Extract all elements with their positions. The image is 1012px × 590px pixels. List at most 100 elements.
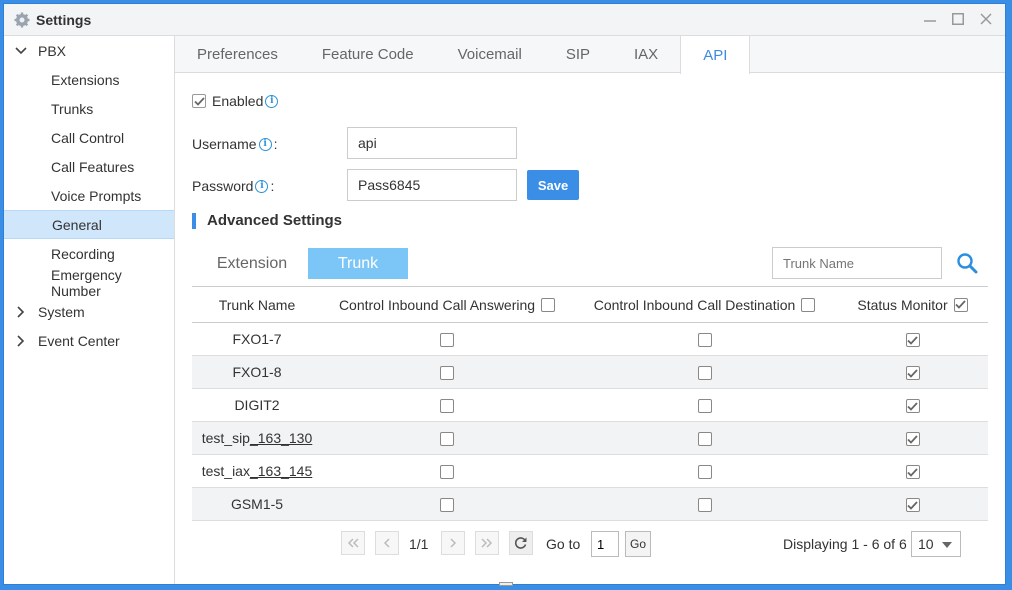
monitor-checkbox[interactable] [905, 498, 920, 513]
sidebar: PBX Extensions Trunks Call Control Call … [4, 36, 175, 584]
sidebar-item-emergency-number[interactable]: Emergency Number [4, 267, 174, 299]
tab-label: Feature Code [321, 45, 414, 63]
destination-checkbox[interactable] [697, 465, 712, 480]
maximize-button[interactable] [951, 12, 965, 26]
column-header-label: Trunk Name [218, 296, 296, 313]
destination-checkbox[interactable] [697, 333, 712, 348]
column-header-answering: Control Inbound Call Answering [322, 286, 572, 323]
minimize-button[interactable] [923, 12, 937, 26]
prev-page-button[interactable] [375, 531, 399, 555]
monitor-cell [837, 322, 988, 356]
chevron-down-icon [14, 44, 28, 58]
subtab-trunk[interactable]: Trunk [308, 248, 408, 279]
answering-checkbox[interactable] [440, 498, 454, 513]
sidebar-item-call-control[interactable]: Call Control [4, 123, 174, 152]
monitor-checkbox[interactable] [905, 366, 920, 381]
close-button[interactable] [979, 12, 993, 26]
sidebar-item-label: Call Features [51, 158, 135, 175]
destination-cell [572, 421, 837, 455]
monitor-cell [837, 487, 988, 521]
sidebar-item-label: General [52, 216, 102, 233]
destination-checkbox[interactable] [697, 366, 712, 381]
column-header-destination: Control Inbound Call Destination [572, 286, 837, 323]
maximize-icon [952, 13, 964, 25]
tab-bar: Preferences Feature Code Voicemail SIP I… [175, 36, 1005, 74]
first-page-button[interactable] [341, 531, 365, 555]
answering-checkbox[interactable] [440, 465, 454, 480]
page-size-value: 10 [918, 536, 934, 552]
sidebar-item-call-features[interactable]: Call Features [4, 152, 174, 181]
table-row: GSM1-5 [192, 487, 988, 521]
chevron-down-icon [942, 542, 952, 548]
monitor-checkbox[interactable] [905, 465, 920, 480]
sidebar-item-extensions[interactable]: Extensions [4, 65, 174, 94]
answering-checkbox[interactable] [440, 333, 454, 348]
last-page-button[interactable] [475, 531, 499, 555]
pagination-bar: 1/1 Go to Go Displaying 1 - 6 of 6 10 [175, 531, 1005, 561]
answering-checkbox[interactable] [440, 432, 454, 447]
column-header-label: Status Monitor [857, 296, 948, 313]
trunk-name-search-input[interactable] [772, 247, 942, 279]
select-all-monitor-checkbox[interactable] [953, 297, 968, 312]
next-page-button[interactable] [441, 531, 465, 555]
trunk-name-cell: GSM1-5 [192, 487, 322, 521]
gear-icon [14, 12, 30, 27]
answering-cell [322, 388, 572, 422]
sidebar-item-general[interactable]: General [4, 210, 174, 239]
username-input[interactable] [347, 127, 517, 159]
monitor-cell [837, 388, 988, 422]
enabled-checkbox[interactable] [192, 94, 206, 108]
password-input[interactable] [347, 169, 517, 201]
chevron-right-icon [14, 305, 28, 319]
answering-checkbox[interactable] [440, 366, 454, 381]
select-all-destination-checkbox[interactable] [801, 297, 816, 312]
trunk-name-cell: test_sip_163_130 [192, 421, 322, 455]
destination-cell [572, 322, 837, 356]
answering-checkbox[interactable] [440, 399, 454, 414]
enabled-label: Enabled [212, 93, 264, 109]
tab-sip[interactable]: SIP [544, 36, 612, 72]
tab-feature-code[interactable]: Feature Code [300, 36, 436, 72]
sidebar-item-voice-prompts[interactable]: Voice Prompts [4, 181, 174, 210]
tab-preferences[interactable]: Preferences [175, 36, 300, 72]
page-indicator: 1/1 [409, 536, 429, 552]
sidebar-item-label: Extensions [51, 71, 120, 88]
column-header-label: Control Inbound Call Answering [338, 296, 536, 313]
trunk-name-cell: test_iax_163_145 [192, 454, 322, 488]
column-header-label: Control Inbound Call Destination [593, 296, 796, 313]
select-all-answering-checkbox[interactable] [541, 297, 556, 312]
save-button[interactable]: Save [527, 170, 579, 200]
resize-handle[interactable] [499, 582, 513, 586]
trunk-name-cell: FXO1-8 [192, 355, 322, 389]
destination-checkbox[interactable] [697, 399, 712, 414]
section-title: Advanced Settings [207, 212, 343, 229]
sidebar-item-trunks[interactable]: Trunks [4, 94, 174, 123]
monitor-checkbox[interactable] [905, 399, 920, 414]
monitor-checkbox[interactable] [905, 333, 920, 348]
sidebar-item-recording[interactable]: Recording [4, 239, 174, 268]
tab-api[interactable]: API [680, 36, 751, 74]
tab-iax[interactable]: IAX [612, 36, 680, 72]
title-bar: Settings [4, 4, 1005, 36]
double-chevron-left-icon [347, 538, 359, 548]
sidebar-group-event-center[interactable]: Event Center [4, 326, 174, 355]
go-button[interactable]: Go [625, 531, 651, 557]
subtab-extension[interactable]: Extension [202, 248, 302, 279]
monitor-checkbox[interactable] [905, 432, 920, 447]
sidebar-group-system[interactable]: System [4, 297, 174, 326]
destination-checkbox[interactable] [697, 498, 712, 513]
search-icon[interactable] [955, 251, 979, 275]
tab-label: Voicemail [457, 45, 522, 63]
refresh-button[interactable] [509, 531, 533, 555]
sidebar-group-pbx[interactable]: PBX [4, 36, 174, 65]
page-size-select[interactable]: 10 [911, 531, 961, 557]
tab-voicemail[interactable]: Voicemail [436, 36, 544, 72]
destination-checkbox[interactable] [697, 432, 712, 447]
trunk-table: Trunk Name Control Inbound Call Answerin… [192, 286, 988, 521]
tab-label: SIP [565, 45, 590, 63]
info-icon[interactable]: i [255, 179, 269, 193]
goto-page-input[interactable] [591, 531, 619, 557]
info-icon[interactable]: i [265, 94, 279, 108]
main-panel: Preferences Feature Code Voicemail SIP I… [175, 36, 1005, 584]
info-icon[interactable]: i [258, 137, 272, 151]
